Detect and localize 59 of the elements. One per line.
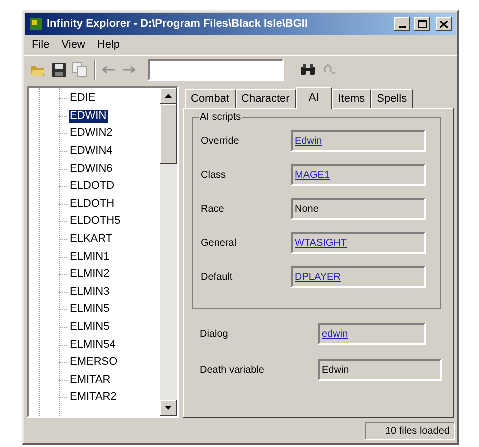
link-field[interactable]: MAGE1 (291, 164, 426, 186)
scroll-thumb[interactable] (160, 104, 177, 164)
tree-item[interactable]: EMITAR2 (69, 391, 118, 404)
tree-item[interactable]: EMERSO (69, 356, 119, 370)
tree-item[interactable]: ELMIN3 (69, 286, 111, 299)
field-label: Race (201, 202, 226, 216)
tree-item[interactable]: EDWIN2 (69, 127, 114, 140)
tree-item[interactable]: EDWIN (69, 110, 108, 123)
menu-item[interactable]: View (62, 36, 86, 54)
link-field[interactable]: DPLAYER (291, 266, 426, 288)
close-button[interactable] (436, 17, 452, 31)
tree-item[interactable]: ELDOTH5 (69, 215, 122, 228)
app-icon (29, 17, 43, 31)
minimize-icon (398, 26, 406, 28)
field-label: Override (201, 134, 240, 148)
scroll-down-button[interactable] (160, 400, 177, 416)
window-title: Infinity Explorer - D:\Program Files\Black Isle\BGII (47, 16, 310, 32)
down-arrow-icon (165, 406, 172, 410)
maximize-button[interactable] (414, 17, 430, 31)
tree-item[interactable]: EMITAR (69, 374, 112, 387)
field-label: Class (201, 168, 228, 182)
text-field[interactable]: None (291, 198, 426, 220)
tree-item[interactable]: ELMIN5 (69, 303, 111, 316)
menu-item[interactable]: Help (97, 36, 120, 54)
tab[interactable]: Combat (185, 89, 236, 108)
minimize-button[interactable] (394, 17, 410, 31)
tree-item[interactable]: ELMIN1 (69, 250, 111, 264)
link-field[interactable]: edwin (318, 323, 426, 345)
group-title: AI scripts (199, 110, 242, 125)
tab[interactable]: Spells (371, 89, 414, 108)
tree-item[interactable]: ELMIN2 (69, 268, 111, 282)
scroll-up-button[interactable] (160, 88, 177, 104)
tab[interactable]: Items (332, 89, 372, 108)
tree-item[interactable]: EDIE (69, 92, 97, 106)
tree-item[interactable]: ELDOTH (69, 198, 116, 211)
tab[interactable]: AI (296, 87, 332, 109)
save-icon[interactable] (52, 62, 66, 76)
tab[interactable]: Character (236, 89, 296, 108)
tree-item[interactable]: EDWIN6 (69, 162, 114, 176)
tree-item[interactable]: ELMIN5 (69, 321, 111, 334)
status-text: 10 files loaded (365, 422, 455, 440)
field-label: Dialog (200, 328, 230, 342)
tree-item[interactable]: ELKART (69, 233, 114, 246)
search-field[interactable] (148, 58, 284, 80)
text-field[interactable]: Edwin (318, 359, 442, 381)
field-label: Death variable (200, 364, 266, 378)
close-icon (440, 20, 448, 28)
up-arrow-icon (165, 94, 172, 98)
link-field[interactable]: Edwin (291, 130, 426, 152)
field-label: General (201, 236, 238, 250)
scrollbar[interactable] (160, 88, 177, 416)
link-field[interactable]: WTASIGHT (291, 232, 426, 254)
tree-item[interactable]: EDWIN4 (69, 145, 114, 158)
maximize-icon (418, 20, 426, 28)
binoculars-icon[interactable] (300, 63, 316, 76)
menu-item[interactable]: File (32, 36, 50, 54)
field-label: Default (201, 270, 234, 284)
tree-item[interactable]: ELDOTD (69, 180, 116, 194)
tree-item[interactable]: ELMIN54 (69, 338, 117, 352)
